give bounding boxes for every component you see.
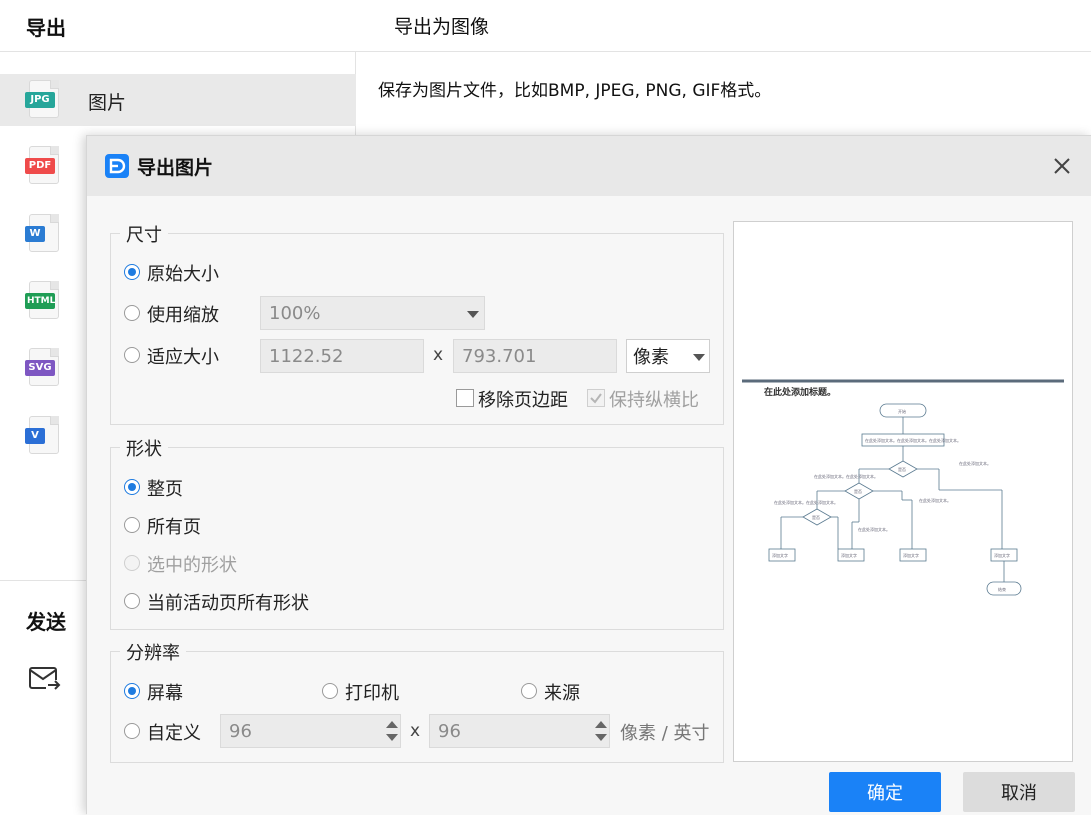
- flow-box-label: 添加文字: [994, 552, 1010, 558]
- flow-decision-label: 是否: [898, 466, 906, 472]
- spin-down-icon[interactable]: [386, 734, 398, 741]
- html-file-icon: HTML: [25, 281, 61, 321]
- dpi-x-input[interactable]: 96: [220, 714, 401, 748]
- width-input[interactable]: 1122.52: [260, 339, 424, 373]
- keep-ratio-label: 保持纵横比: [609, 390, 699, 411]
- ok-button[interactable]: 确定: [829, 772, 941, 812]
- spin-up-icon[interactable]: [595, 721, 607, 728]
- flow-decision-label: 是否: [854, 488, 862, 494]
- radio-custom[interactable]: [124, 723, 140, 739]
- screen-label: 屏幕: [147, 683, 183, 704]
- sidebar-item-label: 图片: [88, 92, 127, 114]
- fit-size-label: 适应大小: [147, 347, 219, 368]
- source-label: 来源: [544, 683, 580, 704]
- flow-end-label: 结束: [998, 586, 1006, 592]
- scale-select[interactable]: 100%: [260, 296, 485, 330]
- radio-selected-shapes[interactable]: [124, 555, 140, 571]
- radio-printer[interactable]: [322, 683, 338, 699]
- resolution-legend: 分辨率: [120, 639, 186, 665]
- pdf-file-icon: PDF: [25, 146, 61, 186]
- radio-current-page-shapes[interactable]: [124, 593, 140, 609]
- whole-page-label: 整页: [147, 479, 183, 500]
- dialog-titlebar: 导出图片: [87, 136, 1091, 196]
- radio-screen[interactable]: [124, 683, 140, 699]
- flow-note-far-left: 在此处添加文本。在此处添加文本。: [774, 499, 838, 505]
- radio-fit-size[interactable]: [124, 347, 140, 363]
- keep-ratio-checkbox[interactable]: [587, 389, 605, 407]
- unit-value: 像素: [633, 347, 669, 368]
- top-header: 导出 导出为图像: [0, 0, 1091, 52]
- dpi-y-value: 96: [438, 720, 461, 742]
- original-size-label: 原始大小: [147, 264, 219, 285]
- radio-all-pages[interactable]: [124, 517, 140, 533]
- preview-heading: 在此处添加标题。: [764, 386, 836, 398]
- resolution-group: [110, 651, 724, 763]
- radio-source[interactable]: [521, 683, 537, 699]
- jpg-file-icon: JPG: [25, 80, 61, 120]
- use-scale-label: 使用缩放: [147, 305, 219, 326]
- flow-note-lower: 在此处添加文本。: [858, 526, 890, 532]
- remove-margin-checkbox[interactable]: [456, 389, 474, 407]
- email-send-icon[interactable]: [28, 664, 62, 698]
- dpi-y-input[interactable]: 96: [429, 714, 610, 748]
- flow-decision-label: 是否: [812, 514, 820, 520]
- flow-note-mid: 在此处添加文本。: [919, 497, 951, 503]
- word-file-icon: W: [25, 214, 61, 254]
- chevron-down-icon: [693, 354, 705, 361]
- remove-margin-label: 移除页边距: [478, 390, 568, 411]
- flow-start-label: 开始: [898, 408, 906, 414]
- dpi-unit-label: 像素 / 英寸: [620, 723, 710, 744]
- preview-panel: 在此处添加标题。 开始 在此处添加文本。在此处添加文本。在此处添加文本。 是否 …: [733, 221, 1073, 762]
- export-image-dialog: 导出图片 尺寸 原始大小 使用缩放 100% 适应大小 1122.52 x 79…: [86, 135, 1091, 815]
- flow-note-left: 在此处添加文本。在此处添加文本。: [814, 473, 878, 479]
- current-page-shapes-label: 当前活动页所有形状: [147, 593, 309, 614]
- flow-note-right: 在此处添加文本。: [959, 460, 991, 466]
- flow-box-label: 添加文字: [772, 552, 788, 558]
- shape-legend: 形状: [120, 435, 168, 461]
- chevron-down-icon: [467, 311, 479, 318]
- printer-label: 打印机: [345, 683, 399, 704]
- export-title: 导出: [26, 16, 66, 40]
- export-description: 保存为图片文件，比如BMP, JPEG, PNG, GIF格式。: [378, 81, 772, 101]
- flowchart-preview: 在此处添加标题。 开始 在此处添加文本。在此处添加文本。在此处添加文本。 是否 …: [742, 379, 1064, 608]
- cancel-button[interactable]: 取消: [963, 772, 1075, 812]
- flow-box-label: 添加文字: [841, 552, 857, 558]
- radio-use-scale[interactable]: [124, 305, 140, 321]
- visio-file-icon: V: [25, 416, 61, 456]
- main-title: 导出为图像: [394, 16, 490, 38]
- dialog-body: 尺寸 原始大小 使用缩放 100% 适应大小 1122.52 x 793.701…: [87, 196, 1091, 815]
- close-icon[interactable]: [1051, 155, 1073, 177]
- flow-box-label: 添加文字: [903, 552, 919, 558]
- flow-process-label: 在此处添加文本。在此处添加文本。在此处添加文本。: [865, 437, 961, 443]
- sidebar-item-image[interactable]: JPG 图片: [0, 74, 356, 126]
- size-legend: 尺寸: [120, 221, 168, 247]
- radio-original-size[interactable]: [124, 264, 140, 280]
- custom-label: 自定义: [147, 723, 201, 744]
- send-title: 发送: [26, 610, 66, 634]
- selected-shapes-label: 选中的形状: [147, 555, 237, 576]
- radio-whole-page[interactable]: [124, 479, 140, 495]
- times-label: x: [433, 345, 444, 365]
- scale-value: 100%: [269, 302, 321, 324]
- height-input[interactable]: 793.701: [453, 339, 617, 373]
- svg-file-icon: SVG: [25, 348, 61, 388]
- all-pages-label: 所有页: [147, 517, 201, 538]
- unit-select[interactable]: 像素: [626, 339, 710, 373]
- app-logo-icon: [105, 154, 129, 178]
- spin-up-icon[interactable]: [386, 721, 398, 728]
- dialog-title: 导出图片: [137, 157, 214, 179]
- dpi-x-value: 96: [229, 720, 252, 742]
- spin-down-icon[interactable]: [595, 734, 607, 741]
- times-label: x: [410, 721, 421, 741]
